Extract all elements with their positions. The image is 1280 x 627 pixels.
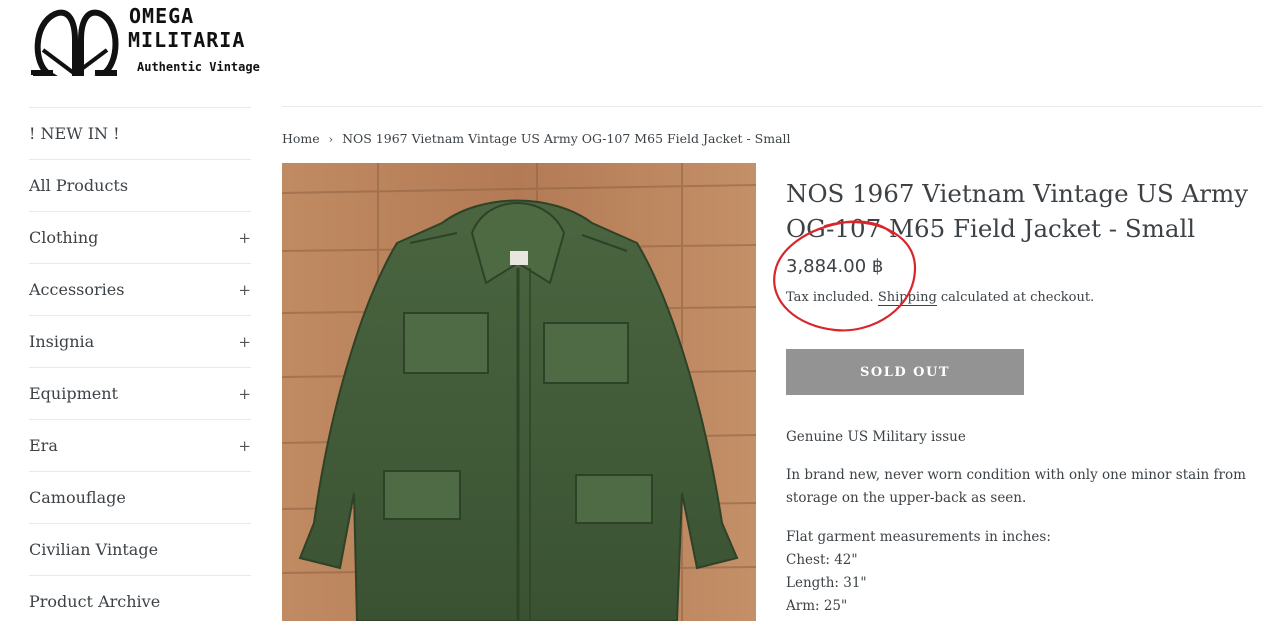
breadcrumb-current: NOS 1967 Vietnam Vintage US Army OG-107 … [342, 131, 791, 146]
measurements-heading: Flat garment measurements in inches: [786, 529, 1051, 545]
store-logo[interactable]: OMEGA MILITARIA Authentic Vintage [29, 0, 299, 80]
expand-plus-icon[interactable]: + [238, 437, 251, 455]
sidebar-item-label: Product Archive [29, 592, 161, 611]
expand-plus-icon[interactable]: + [238, 385, 251, 403]
sidebar-item-label: Era [29, 436, 58, 455]
sidebar-item-label: All Products [29, 176, 129, 195]
sidebar-item-label: Accessories [29, 280, 125, 299]
sidebar-item-camouflage[interactable]: Camouflage [29, 471, 251, 523]
breadcrumb-separator-icon: › [328, 133, 334, 146]
price-annotation-circle-icon [773, 220, 917, 332]
breadcrumb: Home › NOS 1967 Vietnam Vintage US Army … [282, 131, 791, 146]
logo-text-line1: OMEGA [129, 4, 195, 28]
jacket-photo-icon [282, 163, 756, 621]
sidebar-item-label: Insignia [29, 332, 95, 351]
sidebar-item-label: Camouflage [29, 488, 126, 507]
sidebar-item-label: Equipment [29, 384, 118, 403]
sidebar-item-equipment[interactable]: Equipment + [29, 367, 251, 419]
sidebar-item-new-in[interactable]: ! NEW IN ! [29, 107, 251, 159]
sidebar-item-all-products[interactable]: All Products [29, 159, 251, 211]
sidebar-item-label: ! NEW IN ! [29, 124, 120, 143]
sidebar-item-label: Clothing [29, 228, 99, 247]
logo-tagline: Authentic Vintage [137, 60, 260, 74]
breadcrumb-home-link[interactable]: Home [282, 131, 320, 146]
sold-out-button[interactable]: SOLD OUT [786, 349, 1024, 395]
measurements: Flat garment measurements in inches: Che… [786, 526, 1266, 618]
description-issue: Genuine US Military issue [786, 429, 966, 445]
expand-plus-icon[interactable]: + [238, 281, 251, 299]
expand-plus-icon[interactable]: + [238, 229, 251, 247]
sidebar-item-label: Civilian Vintage [29, 540, 159, 559]
expand-plus-icon[interactable]: + [238, 333, 251, 351]
product-image[interactable] [282, 163, 756, 621]
measurement-arm: Arm: 25" [786, 598, 848, 614]
logo-text-line2: MILITARIA [128, 28, 246, 52]
sidebar-item-accessories[interactable]: Accessories + [29, 263, 251, 315]
description-condition: In brand new, never worn condition with … [786, 467, 1246, 506]
sidebar-item-civilian-vintage[interactable]: Civilian Vintage [29, 523, 251, 575]
sidebar-item-era[interactable]: Era + [29, 419, 251, 471]
sidebar-item-clothing[interactable]: Clothing + [29, 211, 251, 263]
measurement-length: Length: 31" [786, 575, 867, 591]
content-divider [282, 106, 1262, 107]
sidebar-item-insignia[interactable]: Insignia + [29, 315, 251, 367]
omega-logo-icon [31, 9, 119, 76]
measurement-chest: Chest: 42" [786, 552, 858, 568]
sidebar-nav: ! NEW IN ! All Products Clothing + Acces… [29, 107, 251, 627]
sidebar-item-product-archive[interactable]: Product Archive [29, 575, 251, 627]
tax-note-suffix: calculated at checkout. [936, 290, 1095, 305]
